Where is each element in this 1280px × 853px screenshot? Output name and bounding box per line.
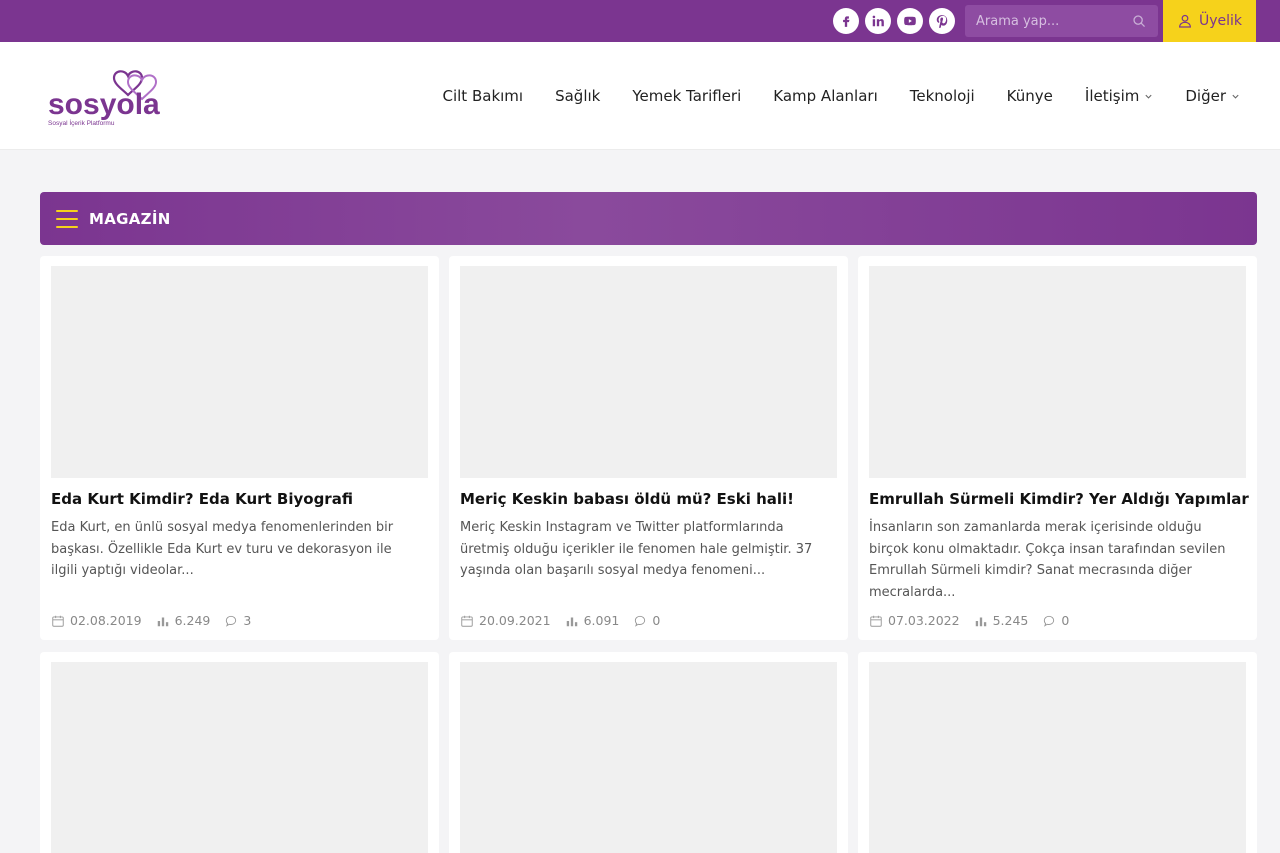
nav-label: İletişim <box>1084 87 1140 105</box>
views-chart-icon <box>975 617 986 626</box>
article-thumbnail[interactable] <box>460 266 837 478</box>
nav-label: Künye <box>1006 87 1053 105</box>
facebook-icon[interactable] <box>833 8 859 34</box>
nav-item-diger[interactable]: Diğer <box>1185 87 1240 105</box>
article-card[interactable]: Emrullah Sürmeli Kimdir? Yer Aldığı Yapı… <box>858 256 1257 640</box>
article-meta: 20.09.2021 6.091 0 <box>460 613 660 628</box>
nav-item-cilt-bakimi[interactable]: Cilt Bakımı <box>443 87 524 105</box>
user-icon <box>1179 14 1191 28</box>
comment-icon <box>226 615 237 627</box>
article-excerpt: İnsanların son zamanlarda merak içerisin… <box>869 520 1226 600</box>
section-title: MAGAZİN <box>89 209 171 228</box>
nav-label: Teknoloji <box>909 87 975 105</box>
article-thumbnail[interactable] <box>51 266 428 478</box>
article-date: 02.08.2019 <box>70 613 142 628</box>
article-comments: 3 <box>243 613 252 628</box>
section-header: MAGAZİN <box>40 192 1257 245</box>
article-comments: 0 <box>652 613 661 628</box>
calendar-icon <box>461 615 473 627</box>
calendar-icon <box>52 615 64 627</box>
article-date: 07.03.2022 <box>888 613 960 628</box>
logo-tagline: Sosyal İçerik Platformu <box>48 118 115 127</box>
article-views: 6.091 <box>583 613 620 628</box>
article-title[interactable]: Eda Kurt Kimdir? Eda Kurt Biyografi <box>51 490 431 508</box>
membership-label: Üyelik <box>1198 13 1243 29</box>
social-links <box>833 8 955 34</box>
comment-icon <box>1044 615 1055 627</box>
article-card[interactable]: Meriç Keskin babası öldü mü? Eski hali! … <box>449 256 848 640</box>
comment-icon <box>635 615 646 627</box>
article-comments: 0 <box>1061 613 1070 628</box>
nav-label: Diğer <box>1185 87 1226 105</box>
article-date: 20.09.2021 <box>479 613 551 628</box>
article-card[interactable] <box>858 652 1257 853</box>
article-title[interactable]: Meriç Keskin babası öldü mü? Eski hali! <box>460 490 840 508</box>
nav-label: Yemek Tarifleri <box>632 87 742 105</box>
views-chart-icon <box>157 617 168 626</box>
article-thumbnail[interactable] <box>869 266 1246 478</box>
article-thumbnail[interactable] <box>51 662 428 853</box>
article-card[interactable] <box>449 652 848 853</box>
article-meta: 02.08.2019 6.249 3 <box>51 613 251 628</box>
article-meta: 07.03.2022 5.245 0 <box>869 613 1069 628</box>
article-card[interactable]: Eda Kurt Kimdir? Eda Kurt Biyografi Eda … <box>40 256 439 640</box>
search-icon[interactable] <box>1132 14 1146 28</box>
pinterest-icon[interactable] <box>929 8 955 34</box>
search-input[interactable] <box>965 5 1125 37</box>
search-box <box>965 5 1158 37</box>
logo-text: sosyola <box>48 88 160 121</box>
menu-icon <box>56 209 78 228</box>
chevron-down-icon <box>1232 94 1239 99</box>
nav-item-teknoloji[interactable]: Teknoloji <box>910 87 975 105</box>
article-views: 6.249 <box>174 613 211 628</box>
youtube-icon[interactable] <box>897 8 923 34</box>
nav-item-saglik[interactable]: Sağlık <box>555 87 600 105</box>
article-thumbnail[interactable] <box>869 662 1246 853</box>
article-views: 5.245 <box>992 613 1029 628</box>
article-card[interactable] <box>40 652 439 853</box>
chevron-down-icon <box>1145 94 1152 99</box>
views-chart-icon <box>566 617 577 626</box>
main-nav: Cilt Bakımı Sağlık Yemek Tarifleri Kamp … <box>411 42 1241 150</box>
article-excerpt: Meriç Keskin Instagram ve Twitter platfo… <box>460 520 813 578</box>
article-excerpt: Eda Kurt, en ünlü sosyal medya fenomenle… <box>51 520 394 578</box>
article-thumbnail[interactable] <box>460 662 837 853</box>
calendar-icon <box>870 615 882 627</box>
nav-item-kunye[interactable]: Künye <box>1007 87 1053 105</box>
nav-item-kamp-alanlari[interactable]: Kamp Alanları <box>773 87 878 105</box>
site-header: sosyola Sosyal İçerik Platformu Cilt Bak… <box>0 42 1280 150</box>
nav-label: Kamp Alanları <box>773 87 878 105</box>
nav-item-yemek-tarifleri[interactable]: Yemek Tarifleri <box>632 87 741 105</box>
nav-item-iletisim[interactable]: İletişim <box>1085 87 1153 105</box>
site-logo[interactable]: sosyola Sosyal İçerik Platformu <box>46 62 191 132</box>
nav-label: Sağlık <box>555 87 601 105</box>
nav-label: Cilt Bakımı <box>442 87 524 105</box>
top-bar: Üyelik <box>0 0 1280 42</box>
membership-button[interactable]: Üyelik <box>1163 0 1256 42</box>
article-title[interactable]: Emrullah Sürmeli Kimdir? Yer Aldığı Yapı… <box>869 490 1249 508</box>
linkedin-icon[interactable] <box>865 8 891 34</box>
